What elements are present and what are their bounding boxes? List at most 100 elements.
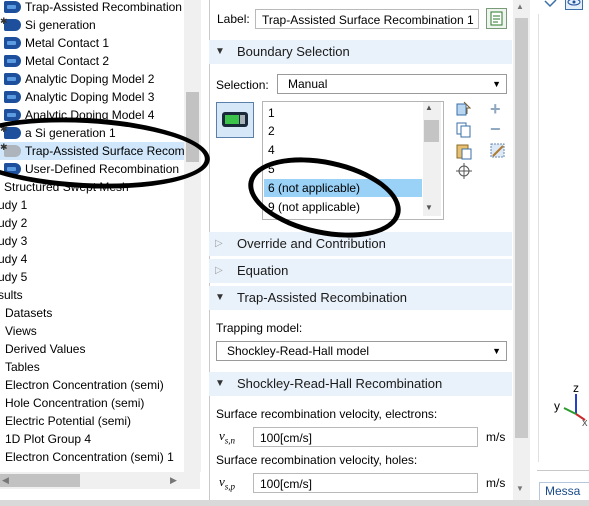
tree-item-study-2[interactable]: udy 2 (0, 214, 184, 232)
tree-item-label: udy 5 (0, 270, 28, 284)
tree-horizontal-scroll-thumb[interactable] (0, 474, 80, 487)
model-tree: Trap-Assisted Recombination Si generatio… (0, 0, 208, 506)
trapping-model-combobox[interactable]: Shockley-Read-Hall model ▼ (216, 341, 507, 361)
boundary-list-item[interactable]: 2 (268, 124, 275, 138)
tree-item-label: Trap-Assisted Recombination (25, 0, 182, 14)
boundary-selection-section[interactable]: ▼ Boundary Selection (209, 40, 512, 64)
boundary-list-item[interactable]: 4 (268, 143, 275, 157)
label-field[interactable]: Trap-Assisted Surface Recombination 1 (255, 9, 479, 29)
tree-item-structured-swept-mesh[interactable]: Structured Swept Mesh (0, 178, 184, 196)
zoom-to-selection-button[interactable] (455, 162, 473, 180)
tree-item-label: Derived Values (5, 342, 86, 356)
tree-item-label: Analytic Doping Model 3 (25, 90, 155, 104)
tree-item-trap-assisted-recombination[interactable]: Trap-Assisted Recombination (0, 0, 184, 16)
scroll-left-arrow-icon[interactable]: ◀ (2, 475, 9, 486)
clear-selection-button[interactable] (489, 142, 507, 160)
tree-item-label: Electron Concentration (semi) 1 (5, 450, 174, 464)
scroll-down-arrow-icon[interactable]: ▼ (425, 203, 433, 212)
selection-combobox[interactable]: Manual ▼ (277, 74, 507, 94)
tree-item-a-si-generation-1[interactable]: a Si generation 1 (0, 120, 184, 142)
eye-icon (567, 0, 581, 6)
tree-item-trap-assisted-surface-recombination[interactable]: Trap-Assisted Surface Recomb (0, 138, 191, 160)
vsp-symbol: vs,p (219, 474, 235, 492)
override-contribution-section[interactable]: ▷ Override and Contribution (209, 232, 512, 256)
tree-item-tables[interactable]: Tables (0, 358, 184, 376)
tree-item-electric-potential[interactable]: Electric Potential (semi) (0, 412, 184, 430)
paste-selection-button[interactable] (455, 100, 473, 118)
trap-assisted-recombination-section[interactable]: ▼ Trap-Assisted Recombination (209, 286, 512, 310)
section-title: Shockley-Read-Hall Recombination (237, 376, 443, 391)
tree-item-label: Datasets (5, 306, 53, 320)
tree-item-study-3[interactable]: udy 3 (0, 232, 184, 250)
axis-y-label: y (554, 399, 560, 413)
boundary-list-item[interactable]: 5 (268, 162, 275, 176)
tree-item-views[interactable]: Views (0, 322, 184, 340)
vsn-symbol-subscript: s,n (224, 435, 236, 446)
tree-item-study-5[interactable]: udy 5 (0, 268, 184, 286)
tree-item-study-1[interactable]: udy 1 (0, 196, 184, 214)
messages-tab[interactable]: Messa (539, 482, 589, 500)
electrons-velocity-caption: Surface recombination velocity, electron… (216, 407, 438, 421)
vsp-input[interactable]: 100[cm/s] (253, 473, 478, 493)
tree-item-label: a Si generation 1 (25, 126, 116, 140)
tree-item-electron-concentration-1[interactable]: Electron Concentration (semi) 1 (0, 448, 184, 466)
tree-item-user-defined-recombination[interactable]: User-Defined Recombination (0, 160, 184, 178)
vsn-input[interactable]: 100[cm/s] (253, 427, 478, 447)
tree-item-metal-contact-2[interactable]: Metal Contact 2 (0, 52, 184, 70)
tree-item-label: Tables (5, 360, 40, 374)
remove-from-selection-icon[interactable]: − (490, 120, 501, 138)
boundary-feature-icon (4, 37, 21, 49)
copy-selection-button[interactable] (455, 121, 473, 139)
scroll-up-arrow-icon[interactable]: ▲ (516, 2, 524, 11)
tree-item-label: 1D Plot Group 4 (5, 432, 92, 446)
tree-item-results[interactable]: sults (0, 286, 184, 304)
scroll-up-arrow-icon[interactable]: ▲ (425, 103, 433, 112)
tree-item-label: User-Defined Recombination (25, 162, 180, 176)
notes-icon (490, 11, 503, 26)
tree-item-1d-plot-group-4[interactable]: 1D Plot Group 4 (0, 430, 184, 448)
boundary-list-item-selected[interactable]: 6 (not applicable) (268, 181, 360, 195)
scroll-right-arrow-icon[interactable]: ▶ (170, 475, 177, 486)
graphics-toolbar-button[interactable] (565, 0, 583, 10)
tree-item-analytic-doping-4[interactable]: Analytic Doping Model 4 (0, 106, 184, 124)
vsp-symbol-subscript: s,p (224, 481, 236, 492)
tree-vertical-scrollbar[interactable] (184, 0, 201, 472)
boundary-list-item[interactable]: 9 (not applicable) (268, 200, 360, 214)
tree-item-study-4[interactable]: udy 4 (0, 250, 184, 268)
active-selection-toggle[interactable] (216, 102, 254, 138)
tree-item-label: Structured Swept Mesh (4, 180, 129, 194)
tree-item-si-generation[interactable]: Si generation (0, 12, 184, 34)
holes-velocity-caption: Surface recombination velocity, holes: (216, 453, 418, 467)
trapping-model-caption: Trapping model: (216, 321, 303, 335)
tree-item-metal-contact-1[interactable]: Metal Contact 1 (0, 34, 184, 52)
boundary-list-item[interactable]: 1 (268, 106, 275, 120)
equation-section[interactable]: ▷ Equation (209, 259, 512, 283)
settings-scroll-thumb[interactable] (515, 18, 528, 438)
tree-item-label: Hole Concentration (semi) (5, 396, 145, 410)
tree-item-datasets[interactable]: Datasets (0, 304, 184, 322)
graphics-toolbar-button[interactable] (542, 0, 560, 12)
collapse-triangle-icon: ▼ (215, 46, 225, 57)
section-title: Trap-Assisted Recombination (237, 290, 408, 305)
selection-active-icon (222, 112, 248, 127)
srh-recombination-section[interactable]: ▼ Shockley-Read-Hall Recombination (209, 372, 512, 396)
tree-item-label: udy 1 (0, 198, 28, 212)
scroll-down-arrow-icon[interactable]: ▼ (516, 484, 524, 493)
paste-button[interactable] (455, 142, 473, 160)
tree-item-derived-values[interactable]: Derived Values (0, 340, 184, 358)
selection-caption: Selection: (216, 78, 269, 92)
crosshair-icon (456, 163, 472, 179)
label-edit-button[interactable] (486, 8, 507, 29)
paste-selection-icon (456, 101, 472, 116)
tree-item-analytic-doping-2[interactable]: Analytic Doping Model 2 (0, 70, 184, 88)
expand-triangle-icon: ▷ (215, 265, 223, 276)
add-to-selection-icon[interactable]: + (490, 100, 501, 118)
tree-item-electron-concentration[interactable]: Electron Concentration (semi) (0, 376, 184, 394)
tree-item-label: udy 4 (0, 252, 28, 266)
tree-item-analytic-doping-3[interactable]: Analytic Doping Model 3 (0, 88, 184, 106)
dropdown-arrow-icon: ▼ (492, 79, 501, 89)
boundary-list-scroll-thumb[interactable] (424, 120, 439, 142)
tree-vertical-scroll-thumb[interactable] (186, 92, 199, 162)
tree-item-hole-concentration[interactable]: Hole Concentration (semi) (0, 394, 184, 412)
boundary-feature-icon (4, 55, 21, 67)
